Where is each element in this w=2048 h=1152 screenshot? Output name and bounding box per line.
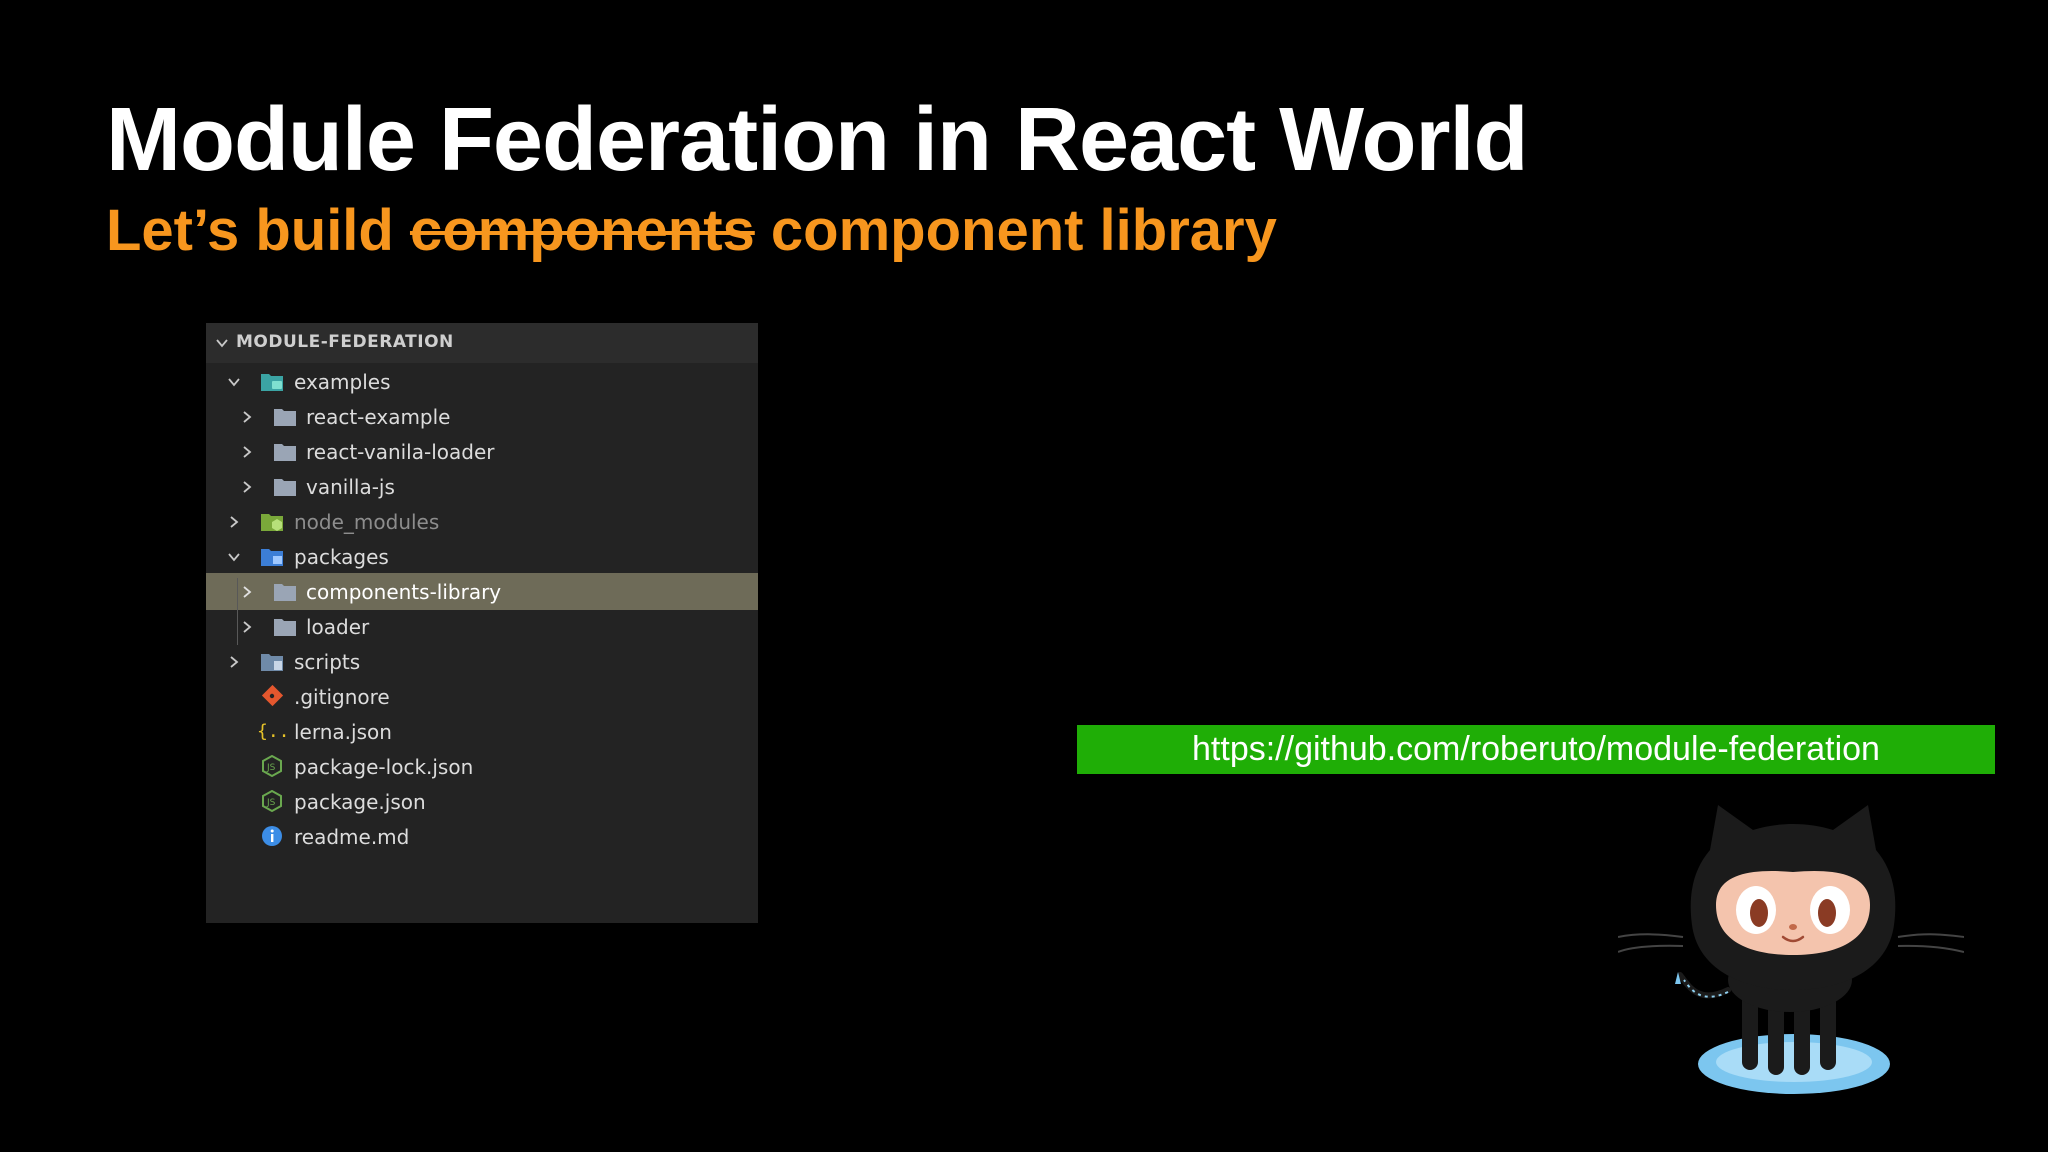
tree-item-package-lock-json[interactable]: JS package-lock.json <box>206 748 758 785</box>
tree-item-label: react-example <box>306 404 451 429</box>
tree-item-scripts[interactable]: scripts <box>206 643 758 680</box>
tree-item-vanilla-js[interactable]: vanilla-js <box>206 468 758 505</box>
svg-text:JS: JS <box>266 763 276 773</box>
tree-item-label: vanilla-js <box>306 474 395 499</box>
chevron-right-icon[interactable] <box>222 650 246 674</box>
tree-indent-guide <box>237 578 238 645</box>
json-braces-icon: {..} <box>256 719 300 742</box>
chevron-right-icon[interactable] <box>235 405 259 429</box>
slide-title: Module Federation in React World <box>106 90 1528 190</box>
tree-item-label: react-vanila-loader <box>306 439 495 464</box>
chevron-down-icon[interactable] <box>222 545 246 569</box>
slide-subtitle: Let’s build components component library <box>106 196 1277 266</box>
chevron-right-icon[interactable] <box>235 580 259 604</box>
folder-packages-icon <box>260 546 284 568</box>
tree-item-label: node_modules <box>294 509 440 534</box>
tree-item-examples[interactable]: examples <box>206 363 758 400</box>
tree-item-label: loader <box>306 614 370 639</box>
folder-node-icon <box>260 511 284 533</box>
tree-item-packages[interactable]: packages <box>206 538 758 575</box>
tree-item-components-library[interactable]: components-library <box>206 573 758 610</box>
tree-item-readme-md[interactable]: readme.md <box>206 818 758 855</box>
chevron-right-icon[interactable] <box>235 440 259 464</box>
tree-item-label: readme.md <box>294 824 410 849</box>
svg-text:{..}: {..} <box>257 721 286 742</box>
repo-url-link[interactable]: https://github.com/roberuto/module-feder… <box>1077 725 1995 774</box>
folder-icon <box>273 406 297 428</box>
tree-item-label: package-lock.json <box>294 754 474 779</box>
chevron-down-icon[interactable] <box>222 370 246 394</box>
tree-item-lerna-json[interactable]: {..} lerna.json <box>206 713 758 750</box>
folder-examples-icon <box>260 371 284 393</box>
tree-item-label: components-library <box>306 579 502 604</box>
git-icon <box>260 684 284 707</box>
folder-icon <box>273 616 297 638</box>
tree-item-label: lerna.json <box>294 719 392 744</box>
tree-item-label: packages <box>294 544 389 569</box>
tree-item-gitignore[interactable]: .gitignore <box>206 678 758 715</box>
folder-icon <box>273 441 297 463</box>
tree-item-label: package.json <box>294 789 426 814</box>
chevron-right-icon[interactable] <box>235 615 259 639</box>
file-explorer: MODULE-FEDERATION examples react-example… <box>206 323 758 923</box>
tree-item-react-example[interactable]: react-example <box>206 398 758 435</box>
tree-item-react-vanila-loader[interactable]: react-vanila-loader <box>206 433 758 470</box>
tree-item-label: examples <box>294 369 391 394</box>
svg-text:JS: JS <box>266 798 276 808</box>
tree-item-package-json[interactable]: JS package.json <box>206 783 758 820</box>
tree-item-node-modules[interactable]: node_modules <box>206 503 758 540</box>
folder-scripts-icon <box>260 651 284 673</box>
nodejs-icon: JS <box>260 754 284 778</box>
nodejs-icon: JS <box>260 789 284 813</box>
info-icon <box>260 825 284 847</box>
subtitle-struck-word: components <box>409 198 755 263</box>
tree-item-loader[interactable]: loader <box>206 608 758 645</box>
folder-icon <box>273 581 297 603</box>
tree-item-label: .gitignore <box>294 684 390 709</box>
subtitle-prefix: Let’s build <box>106 198 410 263</box>
chevron-right-icon[interactable] <box>222 510 246 534</box>
octocat-mascot-icon <box>1618 805 1964 1094</box>
chevron-right-icon[interactable] <box>235 475 259 499</box>
subtitle-suffix: component library <box>754 198 1277 263</box>
tree-item-label: scripts <box>294 649 361 674</box>
folder-icon <box>273 476 297 498</box>
